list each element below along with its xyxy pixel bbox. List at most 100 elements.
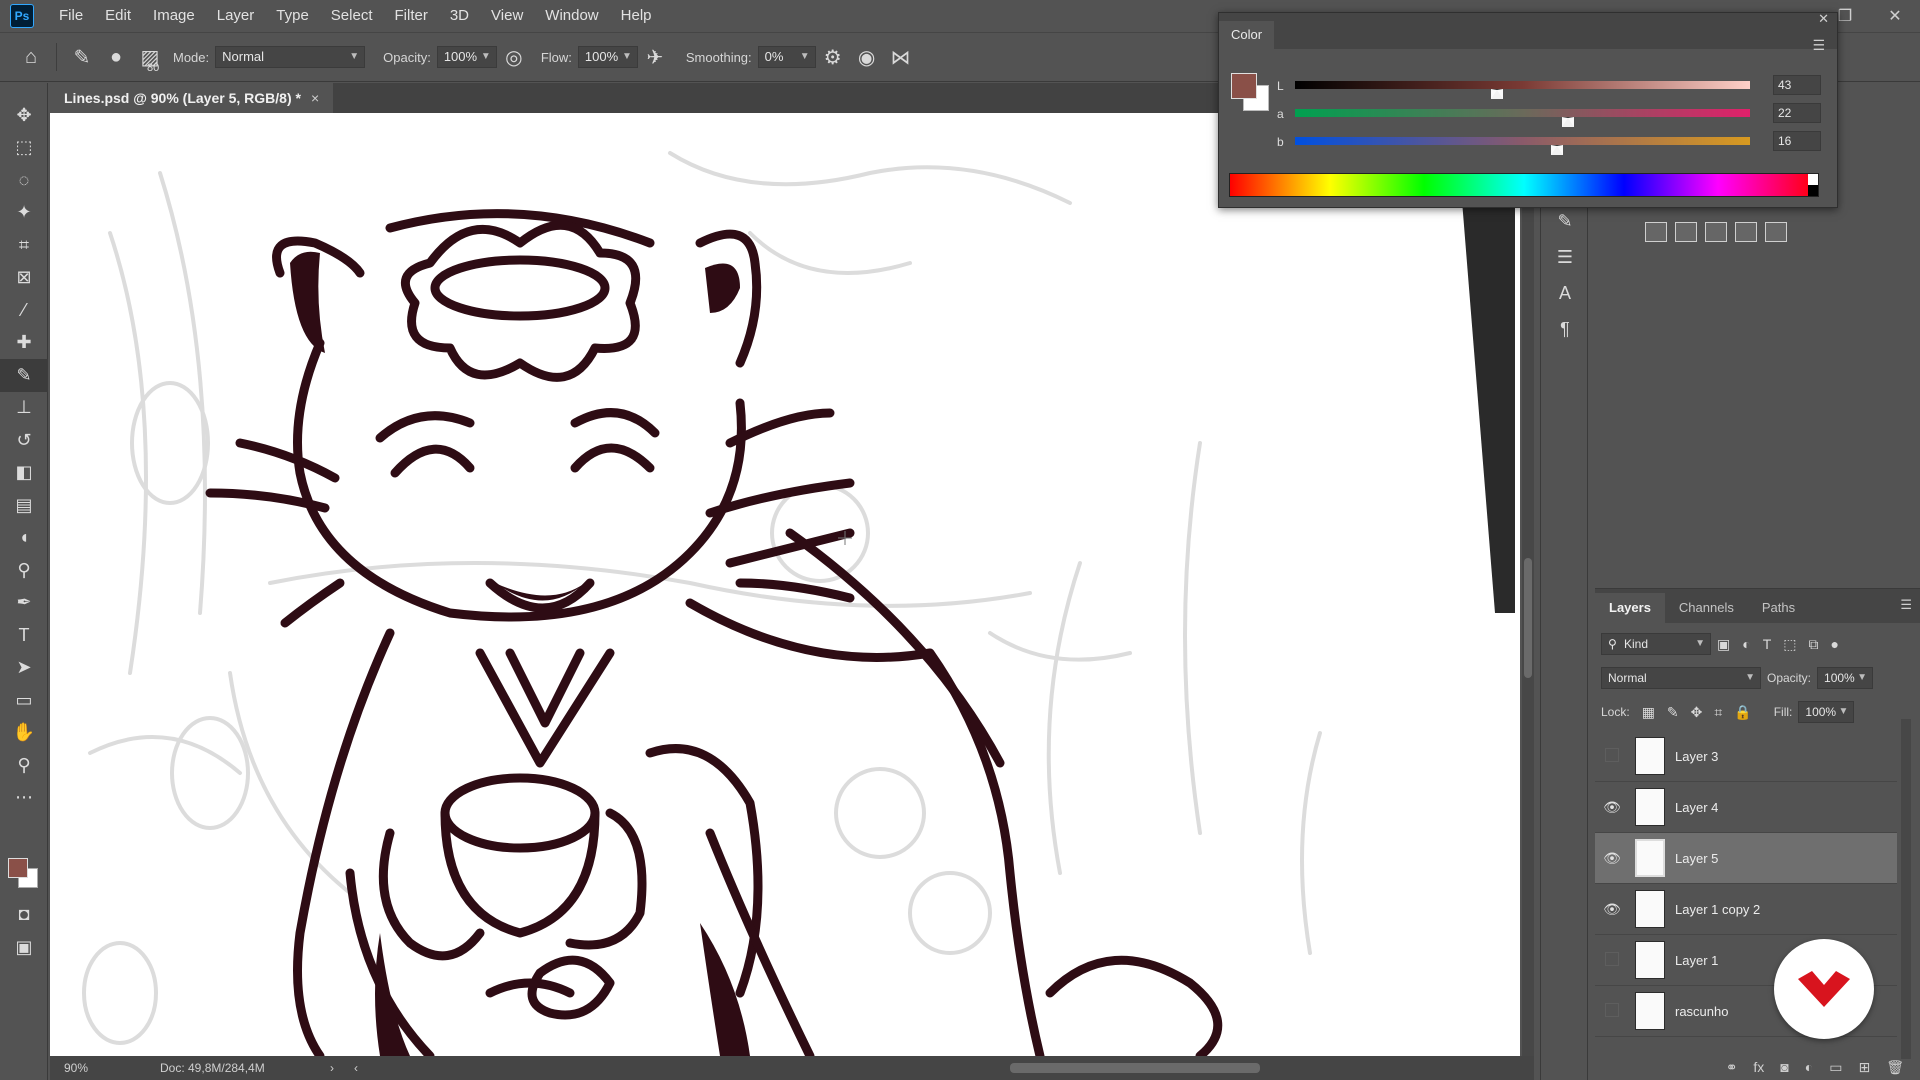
adjustment-layer-icon[interactable]: ◐: [1805, 1059, 1813, 1075]
fill-field[interactable]: 100% ▼: [1798, 701, 1855, 723]
visibility-toggle[interactable]: [1595, 747, 1629, 765]
lock-all-icon[interactable]: 🔒: [1734, 704, 1751, 721]
trash-icon[interactable]: 🗑: [1886, 1059, 1904, 1076]
blur-tool-icon[interactable]: ◖: [0, 522, 48, 555]
black-white-icon[interactable]: [1765, 222, 1787, 242]
slider-value-field[interactable]: 16: [1773, 131, 1821, 151]
eraser-tool-icon[interactable]: ◧: [0, 457, 48, 490]
layers-scrollbar[interactable]: [1901, 719, 1911, 1059]
layer-opacity-field[interactable]: 100% ▼: [1817, 667, 1874, 689]
add-mask-icon[interactable]: ◙: [1780, 1059, 1788, 1075]
adjustments-panel-icon[interactable]: ☰: [1541, 239, 1589, 275]
healing-brush-tool-icon[interactable]: ✚: [0, 327, 48, 360]
chevron-right-icon[interactable]: ›: [330, 1061, 334, 1075]
slider-b[interactable]: b 16: [1277, 131, 1821, 155]
tab-channels[interactable]: Channels: [1665, 593, 1748, 623]
airbrush-icon[interactable]: ✈: [638, 40, 672, 74]
filter-adjustment-icon[interactable]: ◐: [1742, 636, 1750, 652]
filter-toggle-icon[interactable]: ●: [1831, 636, 1839, 652]
slider-thumb[interactable]: [1551, 145, 1564, 155]
color-panel-title[interactable]: Color: [1219, 21, 1275, 49]
canvas-area[interactable]: [50, 113, 1520, 1056]
eyedropper-tool-icon[interactable]: ⁄: [0, 294, 48, 327]
pressure-opacity-icon[interactable]: ◎: [497, 40, 531, 74]
menu-3d[interactable]: 3D: [439, 0, 480, 32]
lock-transparent-icon[interactable]: ▦: [1642, 704, 1655, 721]
selective-color-icon[interactable]: [1705, 222, 1727, 242]
type-tool-icon[interactable]: T: [0, 619, 48, 652]
zoom-tool-icon[interactable]: ⚲: [0, 749, 48, 782]
photoshop-logo[interactable]: Ps: [10, 4, 34, 28]
brush-tool-icon[interactable]: ✎: [0, 359, 48, 392]
shape-tool-icon[interactable]: ▭: [0, 684, 48, 717]
menu-window[interactable]: Window: [534, 0, 609, 32]
curves-icon[interactable]: [1645, 222, 1667, 242]
marquee-tool-icon[interactable]: ⬚: [0, 132, 48, 165]
close-icon[interactable]: ×: [311, 90, 319, 106]
menu-file[interactable]: File: [48, 0, 94, 32]
pressure-size-icon[interactable]: ◉: [850, 40, 884, 74]
zoom-level[interactable]: 90%: [50, 1061, 130, 1075]
lock-position-icon[interactable]: ✥: [1691, 704, 1703, 721]
fx-icon[interactable]: fx: [1753, 1059, 1764, 1075]
panel-menu-icon[interactable]: ☰: [1900, 597, 1912, 613]
close-window-icon[interactable]: ✕: [1870, 6, 1920, 26]
magic-wand-tool-icon[interactable]: ✦: [0, 197, 48, 230]
tab-layers[interactable]: Layers: [1595, 593, 1665, 623]
eye-icon[interactable]: 👁: [1595, 901, 1629, 918]
hand-tool-icon[interactable]: ✋: [0, 717, 48, 750]
menu-edit[interactable]: Edit: [94, 0, 142, 32]
opacity-field[interactable]: 100% ▼: [436, 46, 497, 68]
filter-smart-object-icon[interactable]: ⧉: [1809, 636, 1819, 653]
lock-image-icon[interactable]: ✎: [1667, 704, 1679, 721]
black-white-picker[interactable]: [1808, 174, 1818, 196]
menu-help[interactable]: Help: [610, 0, 663, 32]
horizontal-scroll-thumb[interactable]: [1010, 1063, 1260, 1073]
dodge-tool-icon[interactable]: ⚲: [0, 554, 48, 587]
home-icon[interactable]: ⌂: [14, 40, 48, 74]
layer-row[interactable]: 👁 Layer 4: [1595, 782, 1897, 833]
folder-icon[interactable]: ▭: [1829, 1059, 1842, 1076]
frame-tool-icon[interactable]: ⊠: [0, 262, 48, 295]
more-tools-icon[interactable]: ⋯: [0, 782, 48, 815]
slider-track[interactable]: [1295, 137, 1750, 145]
eye-icon[interactable]: 👁: [1595, 799, 1629, 816]
visibility-toggle[interactable]: [1595, 1002, 1629, 1020]
panel-menu-icon[interactable]: ☰: [1812, 37, 1825, 54]
symmetry-icon[interactable]: ⋈: [884, 40, 918, 74]
slider-value-field[interactable]: 22: [1773, 103, 1821, 123]
layer-row-selected[interactable]: 👁 Layer 5: [1595, 833, 1897, 884]
menu-image[interactable]: Image: [142, 0, 206, 32]
mode-select[interactable]: Normal ▼: [215, 46, 366, 68]
layer-kind-filter[interactable]: ⚲ Kind ▼: [1601, 633, 1711, 655]
document-tab[interactable]: Lines.psd @ 90% (Layer 5, RGB/8) * ×: [50, 83, 334, 113]
foreground-color-swatch[interactable]: [8, 858, 28, 878]
slider-track[interactable]: [1295, 109, 1750, 117]
filter-pixel-icon[interactable]: ▣: [1717, 636, 1730, 653]
eye-icon[interactable]: 👁: [1595, 850, 1629, 867]
menu-view[interactable]: View: [480, 0, 534, 32]
slider-track[interactable]: [1295, 81, 1750, 89]
lock-artboard-icon[interactable]: ⌗: [1714, 704, 1722, 721]
new-layer-icon[interactable]: ⊞: [1858, 1059, 1870, 1076]
screen-mode-icon[interactable]: ▣: [0, 931, 48, 964]
foreground-color-swatch[interactable]: [1231, 73, 1257, 99]
color-spectrum[interactable]: [1229, 173, 1819, 197]
slider-value-field[interactable]: 43: [1773, 75, 1821, 95]
slider-thumb[interactable]: [1490, 89, 1503, 99]
chevron-left-icon[interactable]: ‹: [354, 1061, 358, 1075]
channel-mixer-icon[interactable]: [1735, 222, 1757, 242]
brush-tool-preset-icon[interactable]: ✎: [65, 40, 99, 74]
character-panel-icon[interactable]: A: [1541, 275, 1589, 311]
close-icon[interactable]: ✕: [1818, 11, 1829, 27]
artboard[interactable]: [50, 113, 1520, 1056]
flow-field[interactable]: 100% ▼: [577, 46, 638, 68]
tab-paths[interactable]: Paths: [1748, 593, 1809, 623]
slider-l[interactable]: L 43: [1277, 75, 1821, 99]
slider-a[interactable]: a 22: [1277, 103, 1821, 127]
paragraph-panel-icon[interactable]: ¶: [1541, 311, 1589, 347]
layer-row[interactable]: Layer 3: [1595, 731, 1897, 782]
clone-stamp-tool-icon[interactable]: ⊥: [0, 392, 48, 425]
smoothing-field[interactable]: 0% ▼: [757, 46, 816, 68]
gradient-tool-icon[interactable]: ▤: [0, 489, 48, 522]
